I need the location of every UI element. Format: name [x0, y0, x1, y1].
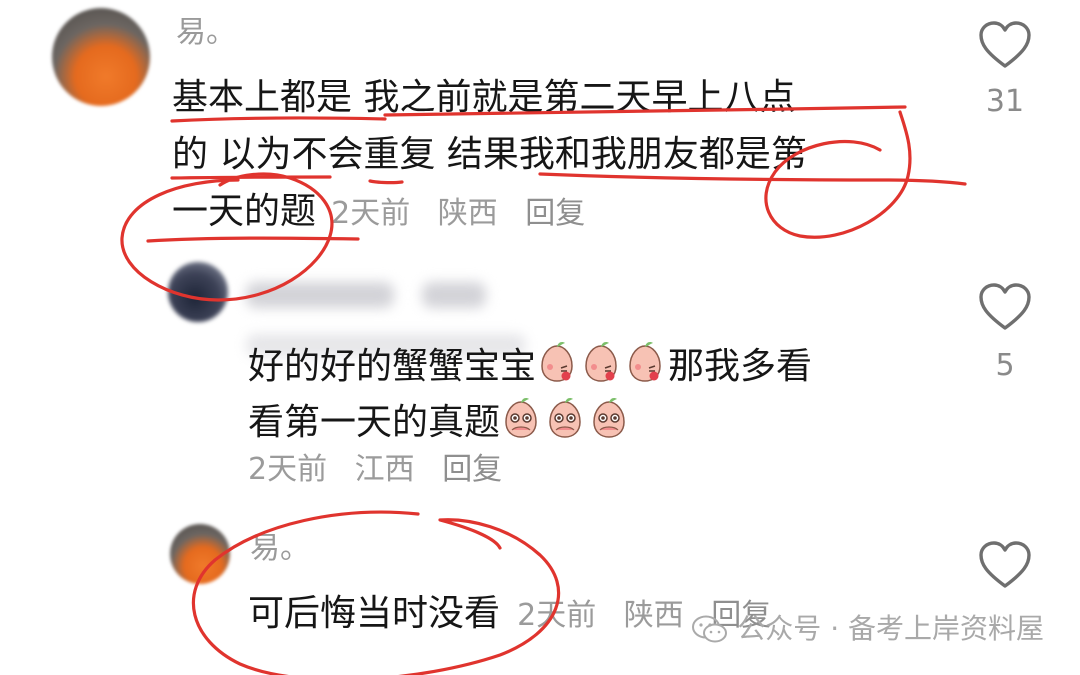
watermark-text: 公众号 · 备考上岸资料屋: [737, 612, 1044, 645]
peach-emoji-icon: [541, 342, 573, 382]
underline-stroke: [146, 236, 360, 243]
comment-text-line: 可后悔当时没看: [248, 593, 501, 634]
timestamp: 2天前: [248, 452, 328, 487]
comment-text-line: 看第一天的真题: [248, 396, 632, 445]
username[interactable]: 易。: [250, 532, 310, 566]
location: 陕西: [623, 598, 684, 633]
like-count: 5: [995, 348, 1015, 383]
timestamp: 2天前: [331, 196, 411, 231]
comment-text: 看第一天的真题: [248, 402, 501, 443]
comment-meta: 2天前 陕西 回复: [331, 196, 603, 231]
peach-emoji-icon: [593, 398, 625, 438]
emoji-group: [536, 342, 668, 387]
heart-outline-icon[interactable]: [978, 20, 1032, 70]
peach-emoji-icon: [585, 342, 617, 382]
reply-button[interactable]: 回复: [525, 196, 585, 231]
peach-emoji-icon: [549, 398, 581, 438]
peach-emoji-icon: [629, 342, 661, 382]
avatar[interactable]: [170, 524, 230, 584]
heart-outline-icon[interactable]: [978, 540, 1032, 590]
emoji-group: [500, 398, 632, 443]
avatar[interactable]: [52, 8, 150, 106]
comment-text: 那我多看: [668, 346, 813, 387]
watermark: 公众号 · 备考上岸资料屋: [691, 607, 1044, 647]
username[interactable]: 易。: [176, 16, 236, 50]
avatar[interactable]: [168, 262, 228, 322]
comment-text-line: 一天的题: [172, 191, 317, 232]
underline-stroke: [170, 175, 332, 180]
comment-text-line: 的 以为不会重复 结果我和我朋友都是第: [172, 134, 807, 175]
heart-outline-icon[interactable]: [978, 282, 1032, 332]
comment-text: 好的好的蟹蟹宝宝: [248, 346, 537, 387]
reply-button[interactable]: 回复: [442, 452, 502, 487]
comment-meta: 2天前 江西 回复: [248, 452, 520, 488]
comment-text-line: 基本上都是 我之前就是第二天早上八点: [172, 77, 796, 118]
wechat-icon: [692, 615, 728, 643]
blurred-username: [422, 282, 486, 308]
comment-text-line: 好的好的蟹蟹宝宝 那我多看: [248, 340, 812, 389]
peach-emoji-icon: [505, 398, 537, 438]
location: 陕西: [437, 196, 498, 231]
comment-footer-row: 一天的题 2天前 陕西 回复: [172, 190, 603, 234]
timestamp: 2天前: [517, 598, 597, 633]
location: 江西: [354, 452, 415, 487]
like-count: 31: [985, 84, 1025, 119]
underline-stroke: [368, 179, 404, 185]
blurred-username: [246, 282, 394, 308]
